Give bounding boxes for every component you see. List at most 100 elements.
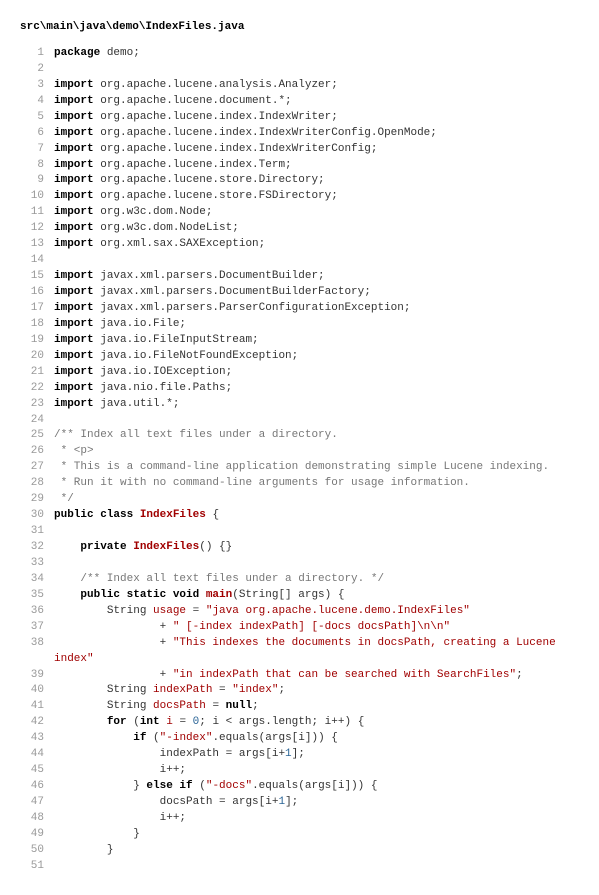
line-number: 46	[20, 779, 54, 795]
code-line: 16import javax.xml.parsers.DocumentBuild…	[20, 285, 579, 301]
line-number: 5	[20, 110, 54, 126]
line-number: 8	[20, 158, 54, 174]
code-content: */	[54, 492, 579, 508]
code-line: 50 }	[20, 843, 579, 859]
line-number: 3	[20, 78, 54, 94]
line-number: 49	[20, 827, 54, 843]
line-number: 41	[20, 699, 54, 715]
code-line: 4import org.apache.lucene.document.*;	[20, 94, 579, 110]
line-number: 12	[20, 221, 54, 237]
code-content: public class IndexFiles {	[54, 508, 579, 524]
line-number: 18	[20, 317, 54, 333]
code-line: 45 i++;	[20, 763, 579, 779]
line-number: 23	[20, 397, 54, 413]
code-line: 27 * This is a command-line application …	[20, 460, 579, 476]
code-line: 19import java.io.FileInputStream;	[20, 333, 579, 349]
code-line: 38 + "This indexes the documents in docs…	[20, 636, 579, 668]
code-content: import java.nio.file.Paths;	[54, 381, 579, 397]
code-content: import org.apache.lucene.store.Directory…	[54, 173, 579, 189]
code-line: 1package demo;	[20, 46, 579, 62]
code-line: 22import java.nio.file.Paths;	[20, 381, 579, 397]
code-content: /** Index all text files under a directo…	[54, 572, 579, 588]
code-line: 13import org.xml.sax.SAXException;	[20, 237, 579, 253]
code-content: import javax.xml.parsers.DocumentBuilder…	[54, 269, 579, 285]
code-content: + " [-index indexPath] [-docs docsPath]\…	[54, 620, 579, 636]
code-content: import java.util.*;	[54, 397, 579, 413]
code-content: * <p>	[54, 444, 579, 460]
code-content	[54, 859, 579, 875]
line-number: 50	[20, 843, 54, 859]
line-number: 40	[20, 683, 54, 699]
file-path-title: src\main\java\demo\IndexFiles.java	[20, 20, 579, 36]
code-content: import org.apache.lucene.store.FSDirecto…	[54, 189, 579, 205]
code-line: 41 String docsPath = null;	[20, 699, 579, 715]
code-line: 37 + " [-index indexPath] [-docs docsPat…	[20, 620, 579, 636]
code-content: import org.w3c.dom.NodeList;	[54, 221, 579, 237]
code-content: public static void main(String[] args) {	[54, 588, 579, 604]
code-content: import org.apache.lucene.document.*;	[54, 94, 579, 110]
code-line: 5import org.apache.lucene.index.IndexWri…	[20, 110, 579, 126]
code-line: 39 + "in indexPath that can be searched …	[20, 668, 579, 684]
code-line: 33	[20, 556, 579, 572]
line-number: 1	[20, 46, 54, 62]
line-number: 31	[20, 524, 54, 540]
line-number: 7	[20, 142, 54, 158]
code-content: import org.w3c.dom.Node;	[54, 205, 579, 221]
code-content: import javax.xml.parsers.ParserConfigura…	[54, 301, 579, 317]
code-content	[54, 524, 579, 540]
code-content: i++;	[54, 811, 579, 827]
code-line: 10import org.apache.lucene.store.FSDirec…	[20, 189, 579, 205]
code-content: + "in indexPath that can be searched wit…	[54, 668, 579, 684]
line-number: 25	[20, 428, 54, 444]
code-content: package demo;	[54, 46, 579, 62]
code-content: * This is a command-line application dem…	[54, 460, 579, 476]
code-content: String docsPath = null;	[54, 699, 579, 715]
code-line: 36 String usage = "java org.apache.lucen…	[20, 604, 579, 620]
line-number: 26	[20, 444, 54, 460]
code-content: import org.apache.lucene.index.IndexWrit…	[54, 142, 579, 158]
line-number: 21	[20, 365, 54, 381]
code-content: } else if ("-docs".equals(args[i])) {	[54, 779, 579, 795]
code-line: 8import org.apache.lucene.index.Term;	[20, 158, 579, 174]
code-content: import org.apache.lucene.index.IndexWrit…	[54, 126, 579, 142]
line-number: 10	[20, 189, 54, 205]
code-content: String usage = "java org.apache.lucene.d…	[54, 604, 579, 620]
code-line: 21import java.io.IOException;	[20, 365, 579, 381]
code-line: 43 if ("-index".equals(args[i])) {	[20, 731, 579, 747]
line-number: 11	[20, 205, 54, 221]
code-line: 40 String indexPath = "index";	[20, 683, 579, 699]
code-line: 7import org.apache.lucene.index.IndexWri…	[20, 142, 579, 158]
code-line: 24	[20, 413, 579, 429]
code-content: }	[54, 843, 579, 859]
code-line: 2	[20, 62, 579, 78]
line-number: 39	[20, 668, 54, 684]
code-line: 46 } else if ("-docs".equals(args[i])) {	[20, 779, 579, 795]
code-line: 49 }	[20, 827, 579, 843]
line-number: 48	[20, 811, 54, 827]
code-line: 47 docsPath = args[i+1];	[20, 795, 579, 811]
code-line: 11import org.w3c.dom.Node;	[20, 205, 579, 221]
code-content: indexPath = args[i+1];	[54, 747, 579, 763]
code-content: }	[54, 827, 579, 843]
code-content: import org.apache.lucene.index.Term;	[54, 158, 579, 174]
code-line: 23import java.util.*;	[20, 397, 579, 413]
line-number: 4	[20, 94, 54, 110]
line-number: 37	[20, 620, 54, 636]
line-number: 38	[20, 636, 54, 668]
code-line: 31	[20, 524, 579, 540]
line-number: 13	[20, 237, 54, 253]
code-content: docsPath = args[i+1];	[54, 795, 579, 811]
code-line: 20import java.io.FileNotFoundException;	[20, 349, 579, 365]
code-content: /** Index all text files under a directo…	[54, 428, 579, 444]
line-number: 44	[20, 747, 54, 763]
code-content: import org.apache.lucene.analysis.Analyz…	[54, 78, 579, 94]
line-number: 29	[20, 492, 54, 508]
line-number: 27	[20, 460, 54, 476]
code-content: import java.io.FileInputStream;	[54, 333, 579, 349]
line-number: 16	[20, 285, 54, 301]
code-line: 32 private IndexFiles() {}	[20, 540, 579, 556]
line-number: 36	[20, 604, 54, 620]
line-number: 42	[20, 715, 54, 731]
code-content: import javax.xml.parsers.DocumentBuilder…	[54, 285, 579, 301]
line-number: 22	[20, 381, 54, 397]
